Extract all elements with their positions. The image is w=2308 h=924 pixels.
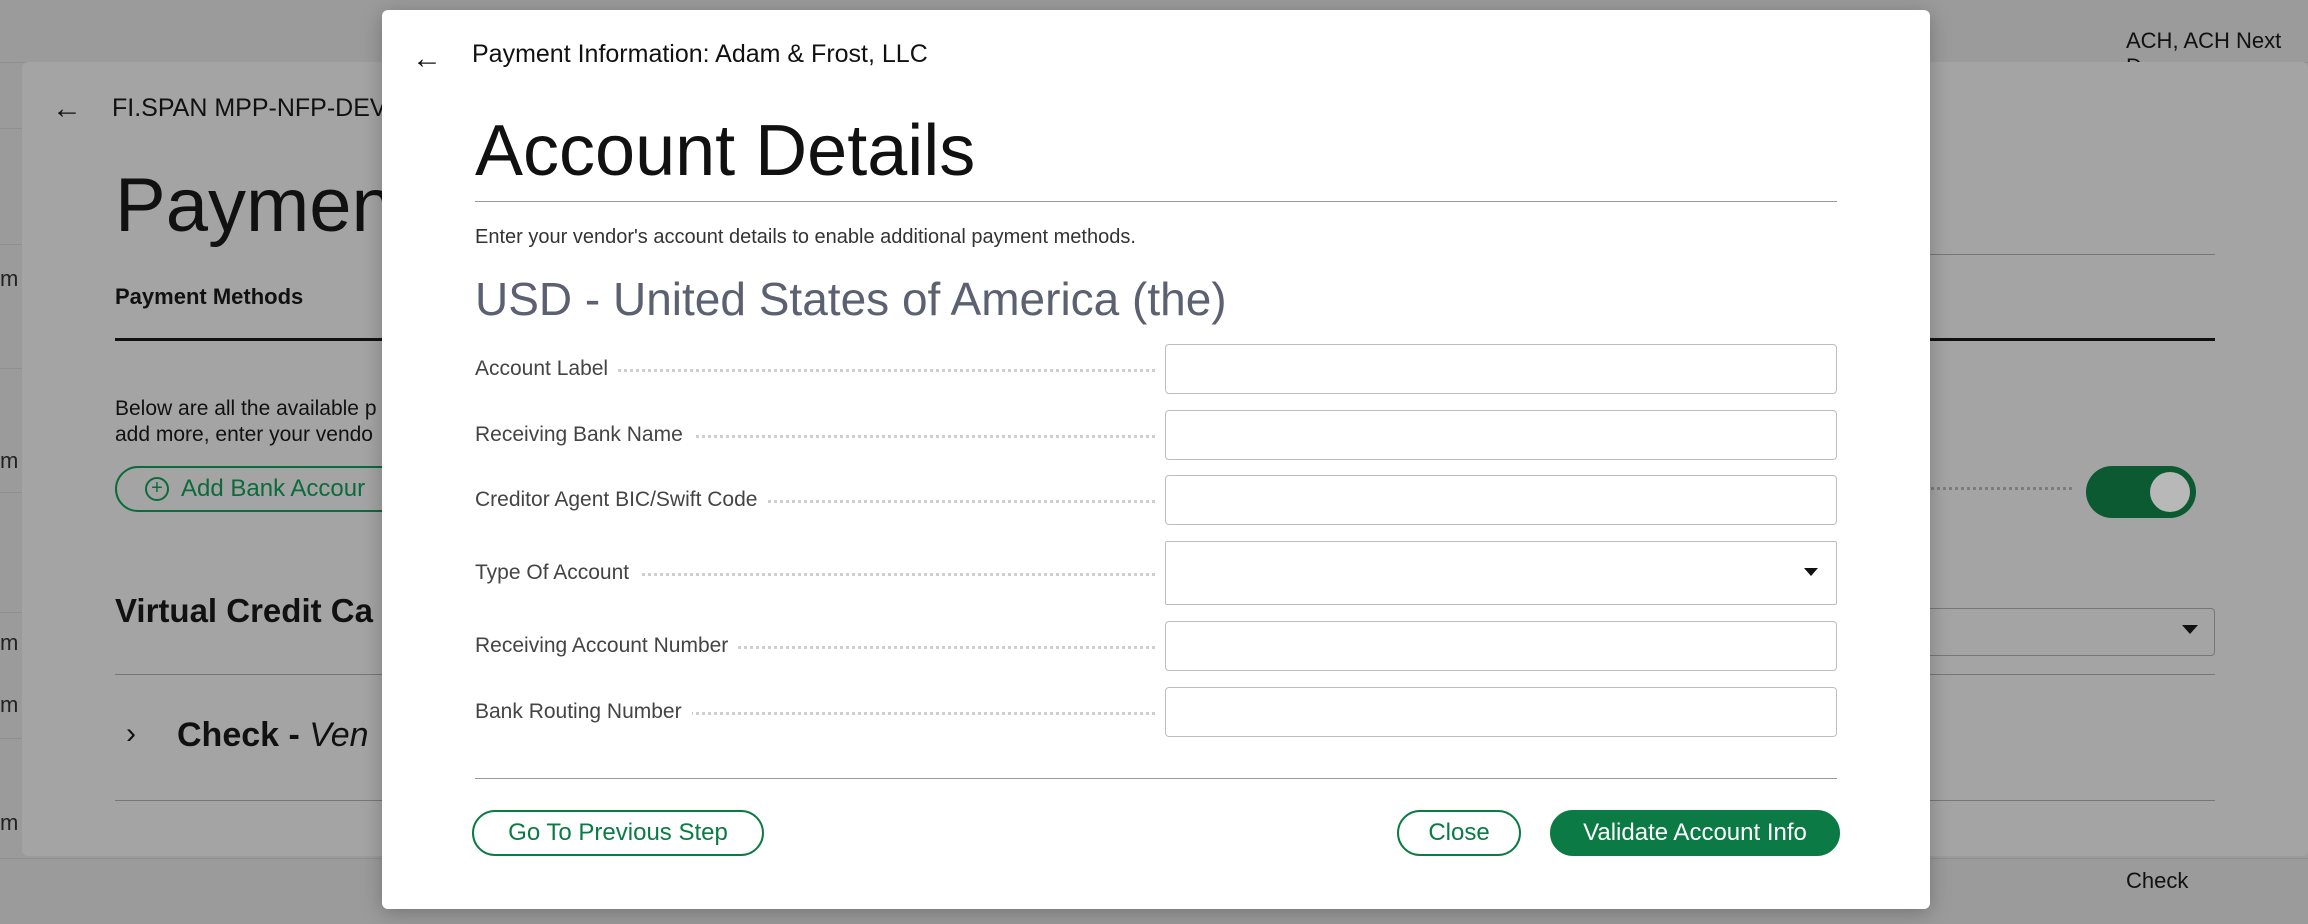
- field-label: Bank Routing Number: [475, 700, 692, 724]
- divider: [475, 778, 1837, 779]
- validate-account-button[interactable]: Validate Account Info: [1550, 810, 1840, 856]
- modal-description: Enter your vendor's account details to e…: [475, 226, 1136, 248]
- plus-circle-icon: +: [145, 477, 169, 501]
- divider: [475, 201, 1837, 202]
- field-label: Type Of Account: [475, 561, 640, 585]
- field-receiving-bank-name: Receiving Bank Name: [475, 410, 1837, 460]
- check-section-header[interactable]: Check - Ven: [177, 716, 369, 755]
- left-edge-text: m: [0, 810, 19, 835]
- previous-step-button[interactable]: Go To Previous Step: [472, 810, 764, 856]
- payment-option-select[interactable]: [1922, 608, 2215, 656]
- field-bic-swift-code: Creditor Agent BIC/Swift Code: [475, 475, 1837, 525]
- toggle-knob: [2150, 472, 2190, 512]
- add-bank-account-label: Add Bank Accour: [181, 475, 366, 502]
- bank-routing-number-input[interactable]: [1165, 687, 1837, 737]
- type-of-account-select[interactable]: [1165, 541, 1837, 605]
- virtual-credit-card-heading: Virtual Credit Ca: [115, 592, 373, 629]
- account-label-input[interactable]: [1165, 344, 1837, 394]
- receiving-bank-name-input[interactable]: [1165, 410, 1837, 460]
- arrow-left-icon[interactable]: ←: [52, 92, 82, 126]
- chevron-right-icon[interactable]: ›: [126, 717, 136, 751]
- tab-payment-methods[interactable]: Payment Methods: [115, 284, 303, 310]
- check-vendor-label: Ven: [309, 716, 369, 754]
- payment-method-toggle[interactable]: [2086, 466, 2196, 518]
- caret-down-icon: [2182, 625, 2198, 634]
- account-details-modal: ← Payment Information: Adam & Frost, LLC…: [382, 10, 1930, 909]
- currency-heading: USD - United States of America (the): [475, 273, 1227, 325]
- field-label: Creditor Agent BIC/Swift Code: [475, 488, 768, 512]
- close-button[interactable]: Close: [1397, 810, 1521, 856]
- field-receiving-account-number: Receiving Account Number: [475, 621, 1837, 671]
- field-label: Receiving Bank Name: [475, 423, 693, 447]
- left-edge-text: m: [0, 692, 19, 717]
- field-label: Receiving Account Number: [475, 634, 739, 658]
- field-type-of-account: Type Of Account: [475, 541, 1837, 605]
- page-title: Account Details: [475, 111, 976, 191]
- receiving-account-number-input[interactable]: [1165, 621, 1837, 671]
- description-line: add more, enter your vendo: [115, 423, 373, 446]
- bic-swift-code-input[interactable]: [1165, 475, 1837, 525]
- left-edge-text: m: [0, 630, 19, 655]
- left-edge-text: m: [0, 448, 19, 473]
- panel-description: Below are all the available p add more, …: [115, 396, 415, 448]
- field-label: Account Label: [475, 357, 619, 381]
- field-account-label: Account Label: [475, 344, 1837, 394]
- arrow-left-icon[interactable]: ←: [412, 42, 442, 76]
- panel-title: FI.SPAN MPP-NFP-DEV: [112, 94, 387, 122]
- payment-type-check-cell: Check: [2126, 868, 2189, 893]
- divider: [1922, 254, 2215, 255]
- panel-heading: Payment: [115, 163, 415, 248]
- modal-title: Payment Information: Adam & Frost, LLC: [472, 40, 928, 68]
- description-line: Below are all the available p: [115, 397, 377, 420]
- left-edge-text: m: [0, 266, 19, 291]
- field-bank-routing-number: Bank Routing Number: [475, 687, 1837, 737]
- caret-down-icon: [1804, 568, 1818, 576]
- check-label: Check -: [177, 716, 300, 754]
